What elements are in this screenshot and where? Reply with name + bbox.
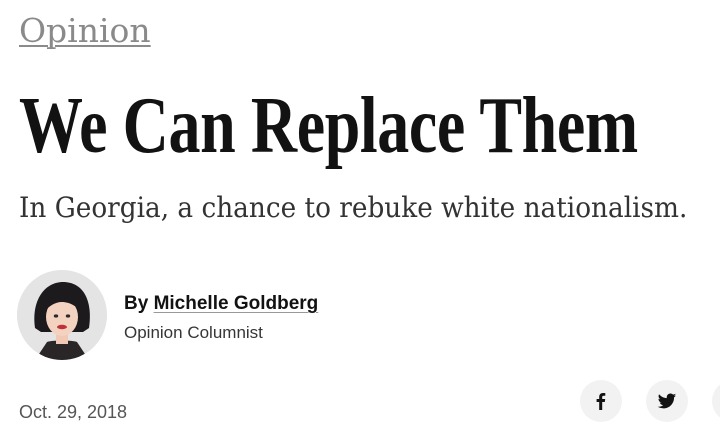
publish-date: Oct. 29, 2018	[19, 402, 128, 422]
section-link-opinion[interactable]: Opinion	[19, 8, 151, 54]
share-more-button[interactable]	[712, 380, 720, 422]
byline: By Michelle Goldberg	[124, 292, 318, 316]
author-role: Opinion Columnist	[124, 323, 263, 342]
twitter-icon	[657, 393, 677, 409]
byline-prefix: By	[124, 293, 154, 314]
article-summary: In Georgia, a chance to rebuke white nat…	[19, 191, 688, 224]
article-headline: We Can Replace Them	[19, 82, 638, 170]
share-facebook-button[interactable]	[580, 380, 622, 422]
share-twitter-button[interactable]	[646, 380, 688, 422]
author-avatar[interactable]	[17, 270, 107, 360]
author-name-link[interactable]: Michelle Goldberg	[154, 293, 319, 314]
facebook-icon	[596, 393, 606, 410]
author-photo-image	[17, 270, 107, 360]
